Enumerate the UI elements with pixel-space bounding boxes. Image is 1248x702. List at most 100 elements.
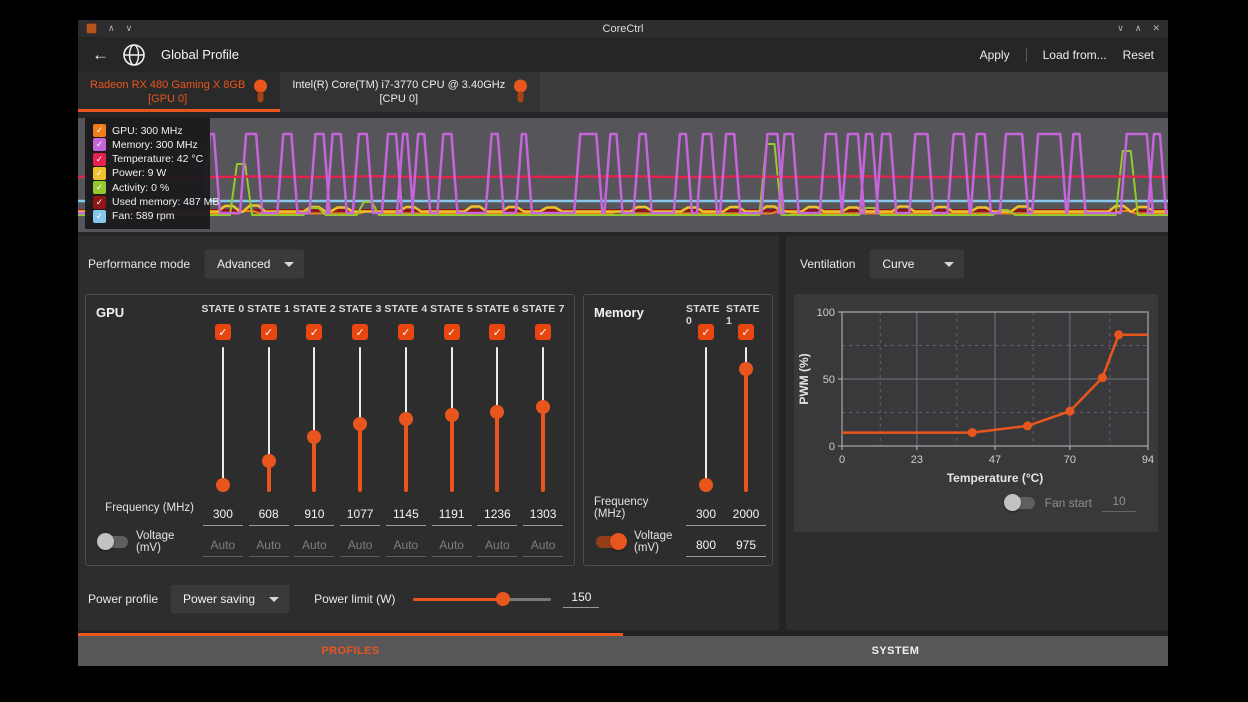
state-column: STATE 6✓1236Auto [475,303,521,557]
state-checkbox[interactable]: ✓ [489,324,505,340]
power-profile-dropdown[interactable]: Power saving [170,584,290,614]
fan-curve-point[interactable] [1065,407,1074,416]
titlebar-shade-down-icon[interactable]: ∨ [126,24,133,33]
power-limit-slider[interactable] [413,592,551,606]
state-label: STATE 0 [201,303,244,317]
fan-curve-chart[interactable]: 023477094050100Temperature (°C)PWM (%) [796,300,1156,492]
fan-curve-point[interactable] [1098,373,1107,382]
state-checkbox[interactable]: ✓ [698,324,714,340]
y-tick-label: 0 [829,441,835,453]
frequency-value[interactable]: 1077 [340,492,380,526]
voltage-value[interactable]: Auto [203,529,243,557]
slider-handle[interactable] [536,400,550,414]
slider-handle[interactable] [490,405,504,419]
voltage-value[interactable]: Auto [477,529,517,557]
memory-voltage-toggle[interactable] [596,536,626,548]
minimize-button[interactable]: ∨ [1117,24,1124,33]
state-checkbox[interactable]: ✓ [535,324,551,340]
slider-handle[interactable] [496,592,510,606]
slider-handle[interactable] [739,362,753,376]
voltage-value[interactable]: Auto [249,529,289,557]
frequency-slider[interactable] [739,345,753,492]
voltage-value[interactable]: Auto [340,529,380,557]
frequency-value[interactable]: 1303 [523,492,563,526]
frequency-value[interactable]: 1236 [477,492,517,526]
frequency-slider[interactable] [353,345,367,492]
apply-button[interactable]: Apply [980,48,1010,62]
slider-track [222,347,224,492]
frequency-slider[interactable] [262,345,276,492]
slider-handle[interactable] [262,454,276,468]
gpu-voltage-toggle[interactable] [98,536,128,548]
state-checkbox[interactable]: ✓ [215,324,231,340]
back-button[interactable]: ← [92,46,109,63]
slider-handle[interactable] [307,430,321,444]
fan-curve-point[interactable] [968,428,977,437]
slider-handle[interactable] [445,408,459,422]
legend-checkbox[interactable]: ✓ [93,124,106,137]
legend-checkbox[interactable]: ✓ [93,153,106,166]
state-label: STATE 1 [247,303,290,317]
legend-checkbox[interactable]: ✓ [93,181,106,194]
state-checkbox[interactable]: ✓ [738,324,754,340]
voltage-value[interactable]: Auto [432,529,472,557]
voltage-value[interactable]: Auto [523,529,563,557]
frequency-value[interactable]: 2000 [726,492,766,526]
frequency-slider[interactable] [307,345,321,492]
fan-start-value[interactable]: 10 [1102,494,1136,512]
device-tab-1[interactable]: Intel(R) Core(TM) i7-3770 CPU @ 3.40GHz[… [280,72,540,112]
slider-handle[interactable] [399,412,413,426]
voltage-value[interactable]: 800 [686,529,726,557]
frequency-value[interactable]: 1145 [386,492,426,526]
slider-handle[interactable] [699,478,713,492]
frequency-slider[interactable] [445,345,459,492]
voltage-value[interactable]: Auto [294,529,334,557]
state-column: STATE 5✓1191Auto [429,303,475,557]
titlebar-shade-up-icon[interactable]: ∧ [108,24,115,33]
frequency-slider[interactable] [699,345,713,492]
legend-checkbox[interactable]: ✓ [93,196,106,209]
state-checkbox[interactable]: ✓ [398,324,414,340]
load-from-button[interactable]: Load from... [1043,48,1107,62]
state-checkbox[interactable]: ✓ [261,324,277,340]
tab-profiles[interactable]: PROFILES [78,636,623,666]
frequency-slider[interactable] [399,345,413,492]
tab-system[interactable]: SYSTEM [623,636,1168,666]
voltage-value[interactable]: Auto [386,529,426,557]
frequency-slider[interactable] [216,345,230,492]
state-checkbox[interactable]: ✓ [306,324,322,340]
frequency-value[interactable]: 300 [203,492,243,526]
power-limit-label: Power limit (W) [314,592,395,606]
frequency-value[interactable]: 300 [686,492,726,526]
maximize-button[interactable]: ∧ [1135,24,1142,33]
legend-checkbox[interactable]: ✓ [93,167,106,180]
fan-start-toggle[interactable] [1005,497,1035,509]
state-label: STATE 2 [293,303,336,317]
performance-mode-dropdown[interactable]: Advanced [204,249,305,279]
legend-label: Used memory: 487 MB [112,196,219,208]
frequency-value[interactable]: 608 [249,492,289,526]
slider-handle[interactable] [216,478,230,492]
frequency-slider[interactable] [490,345,504,492]
legend-checkbox[interactable]: ✓ [93,138,106,151]
legend-checkbox[interactable]: ✓ [93,210,106,223]
frequency-value[interactable]: 1191 [432,492,472,526]
legend-item: ✓Temperature: 42 °C [93,153,202,166]
power-profile-label: Power profile [88,592,158,606]
slider-fill [312,437,316,492]
power-limit-value[interactable]: 150 [563,590,599,608]
slider-handle[interactable] [353,417,367,431]
device-tab-0[interactable]: Radeon RX 480 Gaming X 8GB[GPU 0] [78,72,280,112]
ventilation-dropdown[interactable]: Curve [869,249,965,279]
reset-button[interactable]: Reset [1123,48,1154,62]
sensor-pin-icon [253,79,268,105]
slider-fill [744,369,748,492]
fan-curve-point[interactable] [1023,421,1032,430]
voltage-value[interactable]: 975 [726,529,766,557]
fan-curve-point[interactable] [1114,330,1123,339]
state-checkbox[interactable]: ✓ [352,324,368,340]
state-checkbox[interactable]: ✓ [444,324,460,340]
frequency-slider[interactable] [536,345,550,492]
frequency-value[interactable]: 910 [294,492,334,526]
close-button[interactable]: ✕ [1152,24,1160,33]
